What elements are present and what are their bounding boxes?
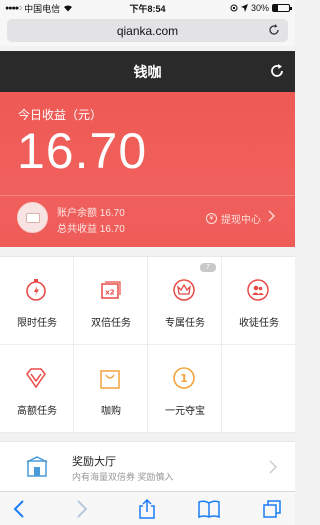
yen-icon: ¥: [206, 213, 217, 224]
battery-percent: 30%: [250, 3, 269, 13]
reload-icon[interactable]: [267, 23, 281, 37]
total-earnings: 总共收益 16.70: [57, 224, 125, 235]
treasure-coin-icon: 1: [173, 367, 195, 389]
task-label: 收徒任务: [239, 318, 279, 329]
browser-url-area: qianka.com: [0, 16, 295, 46]
refresh-icon[interactable]: [268, 62, 286, 80]
svg-text:x2: x2: [105, 289, 115, 297]
reward-hall-subtitle: 内有海量双倍券 奖励慎入: [72, 472, 174, 482]
task-label: 双倍任务: [91, 318, 131, 329]
task-label: 高额任务: [17, 406, 57, 417]
double-x2-icon: x2: [101, 281, 121, 299]
task-label: 限时任务: [17, 318, 57, 329]
task-label: 一元夺宝: [165, 406, 205, 417]
wallet-icon: [17, 202, 48, 233]
page-title: 钱咖: [133, 63, 162, 80]
back-icon[interactable]: [10, 499, 32, 519]
lock-rotation-icon: [230, 4, 238, 12]
battery-icon: [272, 4, 292, 12]
address-bar[interactable]: qianka.com: [7, 19, 288, 42]
clock: 下午8:54: [129, 3, 166, 14]
divider: [0, 195, 295, 196]
today-earnings-value: 16.70: [17, 123, 148, 179]
status-bar: ●●●●○ 中国电信 下午8:54 30%: [0, 0, 295, 16]
empty-cell: [222, 345, 295, 433]
today-earnings-label: 今日收益（元）: [18, 108, 103, 122]
withdraw-center-link[interactable]: ¥ 提现中心: [206, 211, 261, 226]
app-navbar: 钱咖: [0, 51, 295, 92]
crown-icon: [173, 279, 195, 301]
earnings-panel: 今日收益（元） 16.70 账户余额 16.70 总共收益 16.70 ¥ 提现…: [0, 92, 295, 247]
task-one-yuan-treasure[interactable]: 1 一元夺宝: [148, 345, 222, 433]
account-balance: 账户余额 16.70: [57, 208, 125, 219]
browser-toolbar: [0, 491, 295, 525]
task-double[interactable]: x2 双倍任务: [74, 257, 148, 345]
tabs-icon[interactable]: [262, 499, 284, 519]
bookmarks-icon[interactable]: [198, 499, 220, 519]
shopping-bag-icon: [100, 370, 120, 389]
chevron-right-icon[interactable]: [267, 210, 277, 222]
task-label: 专属任务: [165, 318, 205, 329]
people-icon: [247, 279, 269, 301]
signal-icon: ●●●●○: [5, 4, 22, 12]
reward-hall-icon: [26, 456, 48, 477]
url-text: qianka.com: [116, 23, 179, 38]
reward-hall-row[interactable]: 奖励大厅 内有海量双倍券 奖励慎入: [0, 441, 295, 491]
svg-text:1: 1: [180, 372, 188, 385]
task-label: 咖购: [101, 406, 121, 417]
reward-hall-title: 奖励大厅: [72, 456, 116, 468]
carrier-label: 中国电信: [24, 3, 61, 14]
withdraw-label: 提现中心: [221, 215, 261, 226]
task-limited-time[interactable]: 限时任务: [0, 257, 74, 345]
diamond-icon: [26, 368, 46, 389]
task-recruit[interactable]: 收徒任务: [222, 257, 295, 345]
chevron-right-icon: [269, 460, 277, 474]
location-icon: [240, 4, 248, 12]
forward-icon[interactable]: [70, 499, 92, 519]
task-high-reward[interactable]: 高额任务: [0, 345, 74, 433]
share-icon[interactable]: [136, 499, 158, 519]
task-grid: 限时任务 x2 双倍任务 7 专属任务 收徒任务 高额任务 咖购 1 一元夺宝: [0, 256, 295, 433]
wifi-icon: [64, 5, 73, 12]
stopwatch-icon: [26, 279, 46, 301]
task-exclusive[interactable]: 7 专属任务: [148, 257, 222, 345]
task-shop[interactable]: 咖购: [74, 345, 148, 433]
badge-count: 7: [200, 263, 216, 272]
